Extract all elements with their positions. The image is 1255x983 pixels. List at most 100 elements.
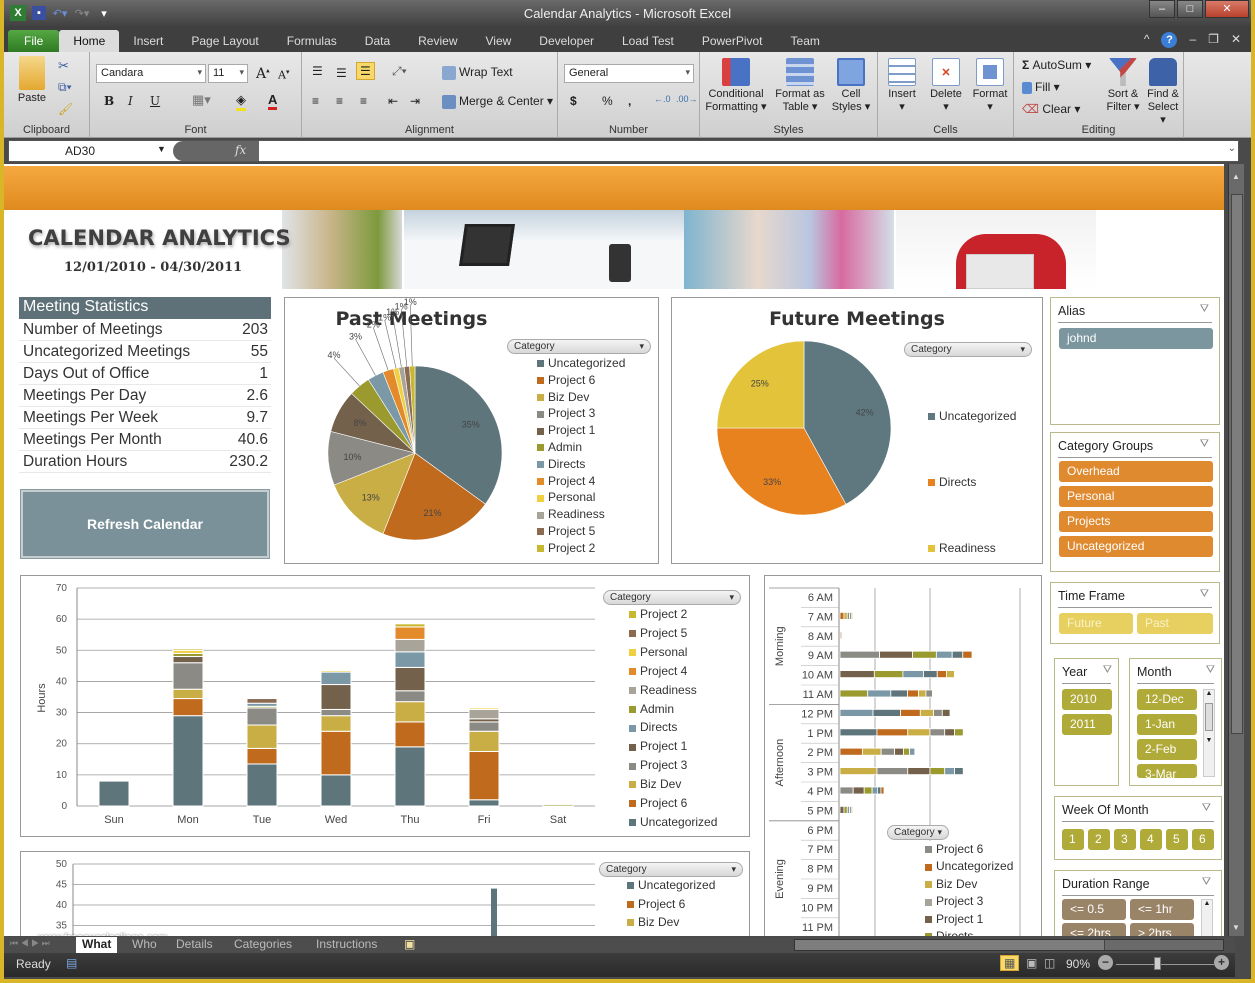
underline-button[interactable]: U [150,94,160,108]
tab-file[interactable]: File [8,30,60,52]
month-scroll-thumb[interactable] [1205,703,1213,731]
time-chart-category-dropdown[interactable]: Category [887,825,949,840]
clear-filter-icon[interactable]: ⛛ [1103,664,1112,677]
italic-button[interactable]: I [128,94,133,108]
time-frame-item-past[interactable]: Past [1137,613,1213,634]
day-chart-category-dropdown[interactable]: Category [603,590,741,605]
clear-filter-icon[interactable]: ⛛ [1202,876,1211,889]
help-icon[interactable]: ? [1161,32,1178,48]
decrease-decimal-icon[interactable]: .00→ [676,94,698,104]
category-group-item[interactable]: Uncategorized [1059,536,1213,557]
clear-filter-icon[interactable]: ⛛ [1200,438,1209,451]
duration-item[interactable]: <= 1hr [1130,899,1194,920]
insert-cells-button[interactable]: Insert ▾ [882,58,922,114]
paste-button[interactable]: Paste [12,56,52,105]
insert-function-button[interactable]: fx [173,141,259,161]
maximize-button[interactable]: □ [1177,0,1203,18]
month-item[interactable]: 3-Mar [1137,764,1197,778]
name-box-dropdown-icon[interactable]: ▼ [157,144,166,154]
number-format-combo[interactable]: General [564,64,694,83]
horizontal-scrollbar[interactable] [794,939,1224,951]
format-painter-icon[interactable]: 🖌 [58,102,73,116]
tab-team[interactable]: Team [777,30,834,52]
week-item[interactable]: 2 [1088,829,1110,850]
align-left-icon[interactable]: ≡ [312,94,319,108]
category-group-item[interactable]: Personal [1059,486,1213,507]
sheet-tab-details[interactable]: Details [170,937,219,953]
week-item[interactable]: 3 [1114,829,1136,850]
workbook-minimize-icon[interactable]: – [1189,32,1196,48]
align-top-icon[interactable]: ☰ [312,64,323,78]
wrap-text-button[interactable]: Wrap Text [442,65,513,80]
month-item[interactable]: 1-Jan [1137,714,1197,735]
sheet-tab-what[interactable]: What [76,937,118,953]
cut-icon[interactable]: ✂ [58,58,69,74]
duration-item[interactable]: <= 2hrs [1062,923,1126,936]
grow-font-icon[interactable]: A▴ [256,66,270,82]
sort-filter-button[interactable]: Sort & Filter ▾ [1104,58,1142,114]
percent-button[interactable]: % [602,94,613,108]
bottom-category-dropdown[interactable]: Category [599,862,743,877]
zoom-level[interactable]: 90% [1066,957,1090,971]
insert-sheet-icon[interactable]: ▣ [404,937,415,951]
decrease-indent-icon[interactable]: ⇤ [388,94,398,108]
orientation-icon[interactable]: ⤢▾ [392,64,407,79]
week-item[interactable]: 5 [1166,829,1188,850]
page-break-view-icon[interactable]: ◫ [1044,956,1055,970]
sheet-tab-instructions[interactable]: Instructions [310,937,383,953]
align-bottom-icon[interactable]: ☰ [356,62,375,80]
increase-indent-icon[interactable]: ⇥ [410,94,420,108]
font-color-icon[interactable]: A [268,92,278,110]
month-scrollbar[interactable]: ▲ ▼ [1203,689,1215,777]
fill-button[interactable]: Fill ▾ [1022,80,1060,94]
category-group-item[interactable]: Overhead [1059,461,1213,482]
clear-filter-icon[interactable]: ⛛ [1200,588,1209,601]
tab-formulas[interactable]: Formulas [273,30,351,52]
vertical-scroll-thumb[interactable] [1231,194,1243,734]
format-cells-button[interactable]: Format ▾ [970,58,1010,114]
tab-developer[interactable]: Developer [525,30,608,52]
scroll-down-icon[interactable]: ▼ [1232,923,1240,932]
year-item[interactable]: 2011 [1062,714,1112,735]
align-right-icon[interactable]: ≡ [360,94,367,108]
merge-center-button[interactable]: Merge & Center ▾ [442,94,553,109]
week-item[interactable]: 4 [1140,829,1162,850]
category-group-item[interactable]: Projects [1059,511,1213,532]
week-item[interactable]: 6 [1192,829,1214,850]
clear-filter-icon[interactable]: ⛛ [1200,303,1209,316]
tab-home[interactable]: Home [59,30,120,52]
increase-decimal-icon[interactable]: ←.0 [654,94,671,104]
month-item[interactable]: 2-Feb [1137,739,1197,760]
font-size-combo[interactable]: 11 [208,64,248,83]
month-item[interactable]: 12-Dec [1137,689,1197,710]
find-select-button[interactable]: Find & Select ▾ [1144,58,1182,127]
clear-button[interactable]: ⌫ Clear ▾ [1022,102,1080,116]
autosum-button[interactable]: Σ AutoSum ▾ [1022,58,1091,72]
tab-data[interactable]: Data [351,30,404,52]
name-box[interactable]: AD30 [9,141,169,161]
alias-item-johnd[interactable]: johnd [1059,328,1213,349]
clear-filter-icon[interactable]: ⛛ [1202,802,1211,815]
sheet-tab-who[interactable]: Who [126,937,163,953]
fill-color-icon[interactable]: ◈ [236,92,246,111]
conditional-formatting-button[interactable]: Conditional Formatting ▾ [702,58,770,114]
page-layout-view-icon[interactable]: ▣ [1026,956,1037,970]
delete-cells-button[interactable]: ✕ Delete ▾ [926,58,966,114]
format-as-table-button[interactable]: Format as Table ▾ [774,58,826,114]
formula-input[interactable] [263,142,1223,160]
borders-icon[interactable]: ▦▾ [192,92,211,108]
zoom-slider-thumb[interactable] [1154,957,1161,970]
minimize-ribbon-icon[interactable]: ^ [1144,32,1150,48]
cell-styles-button[interactable]: Cell Styles ▾ [828,58,874,114]
duration-item[interactable]: > 2hrs [1130,923,1194,936]
zoom-slider[interactable] [1116,964,1214,965]
macro-record-icon[interactable]: ▤ [66,956,77,970]
minimize-button[interactable]: – [1149,0,1175,18]
align-center-icon[interactable]: ≡ [336,94,343,108]
week-item[interactable]: 1 [1062,829,1084,850]
scroll-up-icon[interactable]: ▲ [1232,172,1240,181]
sheet-nav-arrows[interactable]: ⏮ ◀ ▶ ⏭ [10,938,50,949]
horizontal-scroll-thumb[interactable] [795,940,1105,950]
normal-view-icon[interactable]: ▦ [1000,955,1020,971]
workbook-close-icon[interactable]: ✕ [1231,32,1241,48]
